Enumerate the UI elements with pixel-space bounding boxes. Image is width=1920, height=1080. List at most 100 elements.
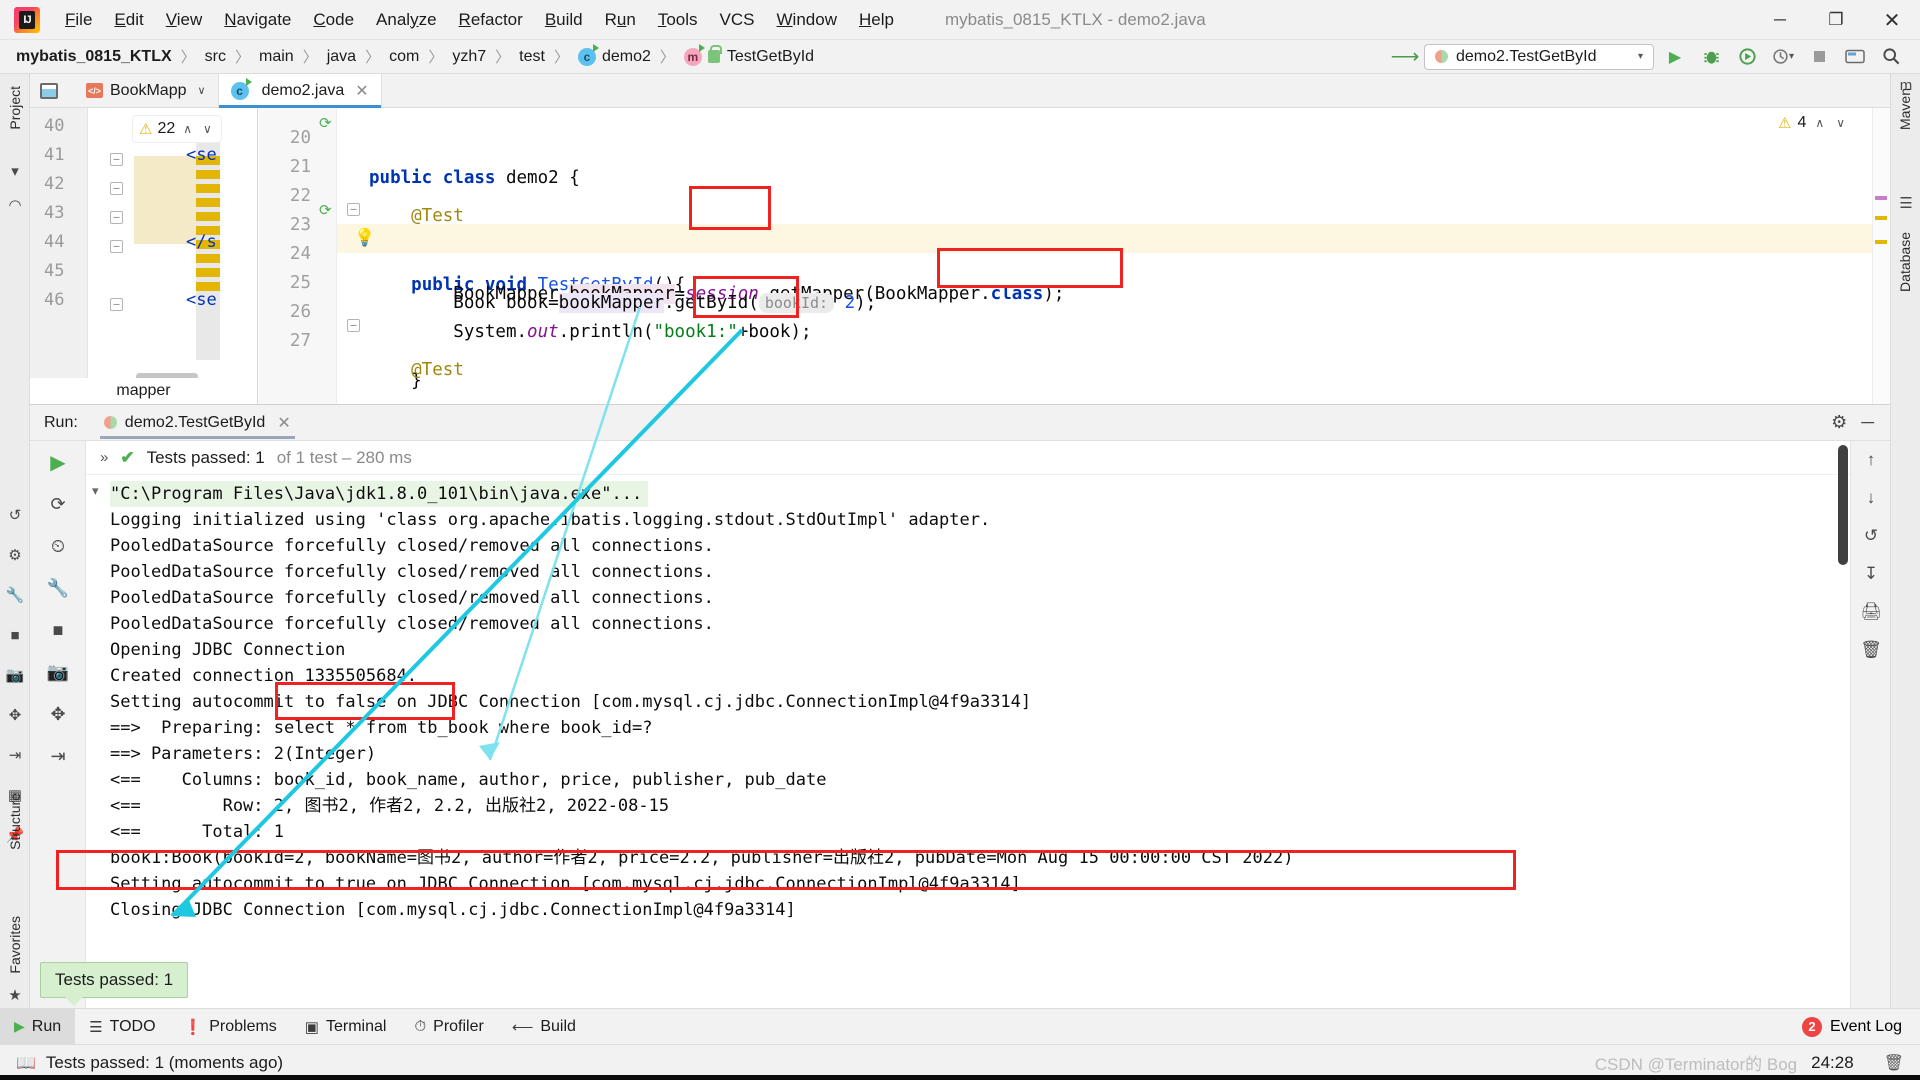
collapse-caret-icon[interactable]: ▾ bbox=[92, 483, 99, 499]
menu-vcs[interactable]: VCS bbox=[709, 7, 766, 33]
intention-bulb-icon[interactable]: 💡 bbox=[354, 228, 375, 248]
run-button[interactable]: ▶ bbox=[1660, 43, 1690, 71]
star-icon[interactable]: ★ bbox=[4, 984, 26, 1006]
tool-window-project[interactable]: Project bbox=[0, 78, 30, 138]
xml-editor-pane[interactable]: 40 41 – <se 42 – 43 – 44 – </s 45 46 – <… bbox=[30, 108, 258, 404]
breadcrumb-item-testgetbyid[interactable]: m TestGetById bbox=[683, 43, 814, 66]
menu-file[interactable]: File bbox=[54, 7, 103, 33]
tool-window-database[interactable]: Database bbox=[1890, 224, 1920, 300]
run-tab-demo2-testgetbyid[interactable]: demo2.TestGetById ✕ bbox=[99, 405, 295, 441]
tool-window-button-profiler[interactable]: ⏱ Profiler bbox=[400, 1009, 497, 1045]
menu-view[interactable]: View bbox=[155, 7, 214, 33]
dump-threads-button[interactable]: 📷 bbox=[30, 651, 86, 693]
xml-inspection-widget[interactable]: ⚠ 22 ∧ ∨ bbox=[133, 116, 221, 142]
editor-tab-demo2[interactable]: c demo2.java ✕ bbox=[218, 74, 382, 108]
threads-icon[interactable]: ✥ bbox=[4, 704, 26, 726]
stop-square-icon[interactable]: ■ bbox=[4, 624, 26, 646]
breadcrumb-item-test[interactable]: test bbox=[519, 48, 545, 66]
debug-button[interactable] bbox=[1696, 43, 1726, 71]
build-hammer-icon[interactable]: ⟵ bbox=[1391, 44, 1420, 70]
breadcrumb-item-yzh7[interactable]: yzh7 bbox=[452, 48, 486, 66]
close-icon[interactable]: ✕ bbox=[277, 413, 290, 433]
console-scrollbar[interactable] bbox=[1838, 445, 1848, 565]
soft-wrap-icon[interactable]: ↺ bbox=[1851, 517, 1891, 555]
gear-icon[interactable]: ⚙ bbox=[1831, 412, 1847, 433]
hide-window-icon[interactable]: ─ bbox=[1861, 412, 1874, 433]
database-icon[interactable]: ☰ bbox=[1895, 192, 1917, 214]
hide-tool-window-button[interactable] bbox=[36, 79, 62, 103]
fold-icon[interactable]: – bbox=[110, 298, 123, 311]
stop-button[interactable]: ■ bbox=[30, 609, 86, 651]
profile-button[interactable]: ▾ bbox=[1768, 43, 1798, 71]
menu-window[interactable]: Window bbox=[766, 7, 848, 33]
fold-icon[interactable]: – bbox=[347, 203, 360, 216]
thread-dump-button[interactable]: ✥ bbox=[30, 693, 86, 735]
run-with-coverage-button[interactable] bbox=[1732, 43, 1762, 71]
tool-window-button-todo[interactable]: ☰ TODO bbox=[75, 1009, 169, 1045]
run-gutter-icon[interactable]: ⟳ bbox=[319, 114, 332, 132]
menu-refactor[interactable]: Refactor bbox=[448, 7, 534, 33]
test-settings-button[interactable]: 🔧 bbox=[30, 567, 86, 609]
bookmarks-icon[interactable]: ⚙ bbox=[4, 544, 26, 566]
tool-window-button-build[interactable]: ⟵ Build bbox=[498, 1009, 590, 1045]
export-icon[interactable]: ⇥ bbox=[4, 744, 26, 766]
export-button[interactable]: ⇥ bbox=[30, 735, 86, 777]
wrench-icon[interactable]: 🔧 bbox=[4, 584, 26, 606]
maximize-button[interactable]: ❐ bbox=[1808, 0, 1864, 40]
fold-icon[interactable]: – bbox=[110, 182, 123, 195]
editor-tab-bookmapper[interactable]: </> BookMapp ∨ bbox=[74, 74, 219, 107]
project-structure-icon[interactable]: ◠ bbox=[4, 194, 26, 216]
breadcrumb-item-java[interactable]: java bbox=[327, 48, 356, 66]
java-editor-pane[interactable]: 20 ⟳ public class demo2 { 21 22 @Test 23… bbox=[259, 108, 1890, 404]
camera-icon[interactable]: 📷 bbox=[4, 664, 26, 686]
run-configuration-selector[interactable]: demo2.TestGetById ▾ bbox=[1424, 43, 1654, 70]
tool-window-structure[interactable]: Structure bbox=[0, 785, 30, 858]
tool-window-button-terminal[interactable]: ▣ Terminal bbox=[291, 1009, 401, 1045]
maven-icon[interactable]: m bbox=[1895, 74, 1917, 96]
menu-analyze[interactable]: Analyze bbox=[365, 7, 448, 33]
menu-run[interactable]: Run bbox=[594, 7, 647, 33]
close-icon[interactable]: ✕ bbox=[355, 81, 368, 101]
fold-icon[interactable]: – bbox=[110, 240, 123, 253]
previous-warning-icon[interactable]: ∧ bbox=[180, 122, 195, 136]
event-log-area[interactable]: 2 Event Log bbox=[1801, 1016, 1920, 1037]
menu-code[interactable]: Code bbox=[302, 7, 365, 33]
clear-all-icon[interactable]: 🗑 bbox=[1851, 631, 1891, 669]
next-warning-icon[interactable]: ∨ bbox=[1833, 116, 1848, 130]
breadcrumb-item-project[interactable]: mybatis_0815_KTLX bbox=[16, 48, 172, 66]
rerun-failed-tests-button[interactable]: ⟳ bbox=[30, 483, 86, 525]
menu-help[interactable]: Help bbox=[848, 7, 905, 33]
commit-icon[interactable]: ↺ bbox=[4, 504, 26, 526]
fold-icon[interactable]: – bbox=[110, 153, 123, 166]
memory-icon[interactable]: 🗑 bbox=[1884, 1053, 1904, 1073]
scroll-down-icon[interactable]: ↓ bbox=[1851, 479, 1891, 517]
previous-warning-icon[interactable]: ∧ bbox=[1812, 116, 1827, 130]
fold-icon[interactable]: – bbox=[110, 211, 123, 224]
next-warning-icon[interactable]: ∨ bbox=[200, 122, 215, 136]
scroll-up-icon[interactable]: ↑ bbox=[1851, 441, 1891, 479]
fold-icon[interactable]: – bbox=[347, 319, 360, 332]
java-inspection-widget[interactable]: ⚠ 4 ∧ ∨ bbox=[1778, 114, 1848, 132]
tool-window-button-run[interactable]: ▶ Run bbox=[0, 1008, 76, 1045]
menu-navigate[interactable]: Navigate bbox=[213, 7, 302, 33]
print-icon[interactable]: 🖨 bbox=[1851, 593, 1891, 631]
close-button[interactable]: ✕ bbox=[1864, 0, 1920, 40]
menu-tools[interactable]: Tools bbox=[647, 7, 709, 33]
expand-chevrons-icon[interactable]: » bbox=[100, 449, 108, 466]
tool-window-button-problems[interactable]: ❗ Problems bbox=[170, 1009, 291, 1045]
chevron-down-icon[interactable]: ▾ bbox=[4, 160, 26, 182]
menu-build[interactable]: Build bbox=[534, 7, 594, 33]
breadcrumb-item-demo2[interactable]: c demo2 bbox=[577, 43, 651, 66]
rerun-button[interactable]: ▶ bbox=[30, 441, 86, 483]
search-icon[interactable] bbox=[1876, 43, 1906, 71]
run-gutter-icon[interactable]: ⟳ bbox=[319, 201, 332, 219]
stop-button[interactable] bbox=[1804, 43, 1834, 71]
menu-edit[interactable]: Edit bbox=[103, 7, 154, 33]
breadcrumb-item-main[interactable]: main bbox=[259, 48, 294, 66]
breadcrumb-item-com[interactable]: com bbox=[389, 48, 419, 66]
console-output[interactable]: ▾ "C:\Program Files\Java\jdk1.8.0_101\bi… bbox=[86, 475, 1850, 1008]
tool-window-favorites[interactable]: Favorites bbox=[0, 908, 30, 982]
chevron-down-icon[interactable]: ∨ bbox=[198, 84, 206, 97]
java-error-stripe[interactable] bbox=[1872, 108, 1890, 404]
toggle-auto-test-button[interactable]: ⏲ bbox=[30, 525, 86, 567]
